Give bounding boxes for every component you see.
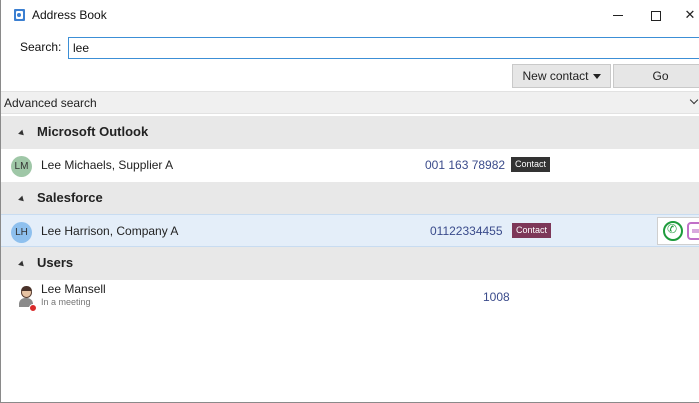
phone-number[interactable]: 01122334455 (430, 224, 503, 238)
contact-badge: Contact (512, 223, 552, 238)
minimize-icon (613, 15, 623, 17)
address-book-window: Address Book ✕ Search: New contact Go Ad… (0, 0, 699, 403)
user-name: Lee Mansell (41, 282, 106, 296)
window-title: Address Book (32, 8, 107, 22)
caret-down-icon (592, 74, 601, 80)
search-label: Search: (20, 40, 62, 54)
group-header-salesforce[interactable]: Salesforce (1, 182, 699, 215)
chat-icon[interactable] (687, 222, 699, 240)
group-label: Users (37, 255, 74, 270)
phone-call-icon[interactable] (663, 221, 683, 241)
group-label: Salesforce (37, 190, 103, 205)
collapse-triangle-icon[interactable] (18, 129, 26, 138)
row-actions (657, 217, 699, 245)
collapse-triangle-icon[interactable] (18, 195, 26, 204)
avatar: LH (11, 222, 32, 243)
go-label: Go (652, 69, 669, 83)
contact-name: Lee Michaels, Supplier A (41, 158, 174, 172)
collapse-triangle-icon[interactable] (18, 260, 26, 269)
group-label: Microsoft Outlook (37, 124, 149, 139)
phone-number[interactable]: 001 163 78982 (425, 158, 505, 172)
go-button[interactable]: Go (613, 64, 699, 88)
advanced-search-bar[interactable]: Advanced search (1, 91, 699, 114)
new-contact-button[interactable]: New contact (512, 64, 611, 88)
contact-badge: Contact (511, 157, 551, 172)
title-bar: Address Book ✕ (1, 0, 699, 31)
advanced-search-label: Advanced search (4, 96, 97, 110)
group-header-microsoft-outlook[interactable]: Microsoft Outlook (1, 116, 699, 149)
presence-status: In a meeting (41, 297, 91, 307)
contact-row-selected[interactable]: LH Lee Harrison, Company A 01122334455 C… (1, 214, 699, 247)
extension-number[interactable]: 1008 (483, 290, 510, 304)
avatar: LM (11, 156, 32, 177)
search-input[interactable] (68, 37, 699, 59)
close-button[interactable]: ✕ (675, 5, 699, 25)
contact-row[interactable]: LM Lee Michaels, Supplier A 001 163 7898… (1, 149, 699, 182)
user-row[interactable]: Lee Mansell In a meeting 1008 (1, 281, 699, 314)
new-contact-label: New contact (522, 69, 589, 83)
minimize-button[interactable] (603, 5, 633, 25)
busy-status-icon (29, 304, 37, 312)
chevron-down-icon[interactable] (689, 95, 699, 105)
close-icon: ✕ (684, 7, 696, 22)
maximize-icon (651, 10, 661, 21)
contact-name: Lee Harrison, Company A (41, 224, 179, 238)
group-header-users[interactable]: Users (1, 247, 699, 280)
maximize-button[interactable] (641, 5, 671, 25)
address-book-icon (14, 9, 25, 21)
